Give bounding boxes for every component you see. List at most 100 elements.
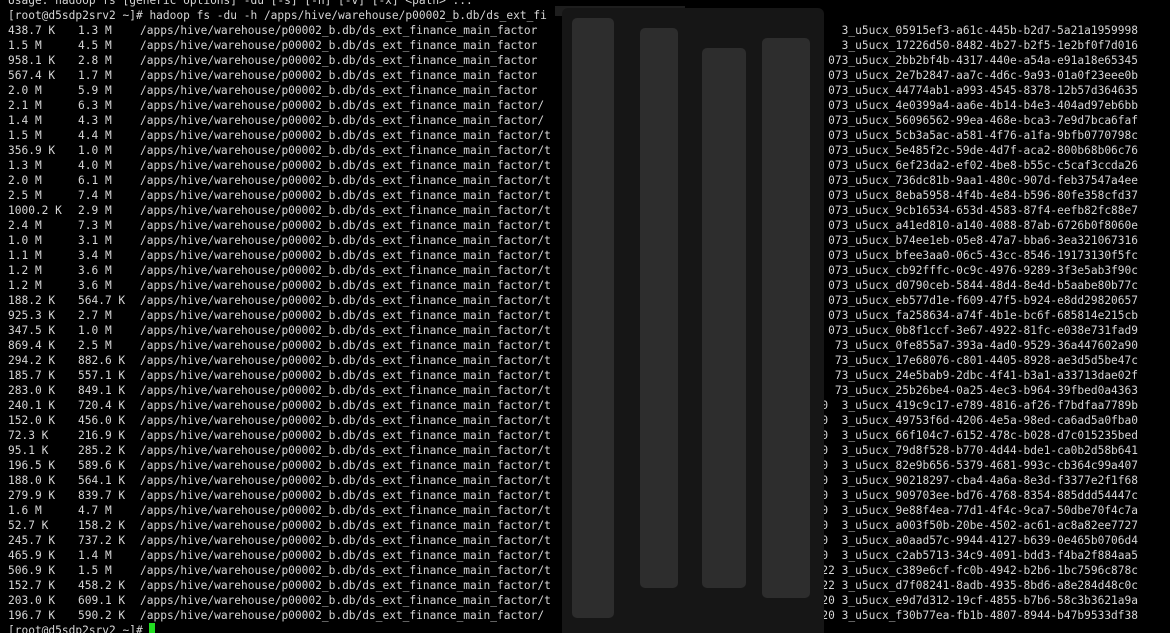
file-size: 1.3 M: [8, 159, 42, 172]
file-size: 1.5 M: [8, 129, 42, 142]
file-suffix: /20 3_u5ucx_a003f50b-20be-4502-ac61-ac8a…: [807, 519, 1138, 532]
file-suffix: /20 073_u5ucx_736dc81b-9aa1-480c-907d-fe…: [794, 174, 1138, 187]
redaction-stroke: [702, 48, 746, 588]
disk-usage: 216.9 K: [78, 429, 126, 442]
file-size: 1.2 M: [8, 264, 42, 277]
file-path: /apps/hive/warehouse/p00002_b.db/ds_ext_…: [140, 474, 551, 487]
file-suffix: /20 3_u5ucx_66f104c7-6152-478c-b028-d7c0…: [807, 429, 1138, 442]
file-size: 1.0 M: [8, 234, 42, 247]
disk-usage: 4.5 M: [78, 39, 112, 52]
disk-usage: 7.4 M: [78, 189, 112, 202]
file-size: 356.9 K: [8, 144, 56, 157]
disk-usage: 589.6 K: [78, 459, 126, 472]
disk-usage: 4.4 M: [78, 129, 112, 142]
file-suffix: /20 073_u5ucx_9cb16534-653d-4583-87f4-ee…: [794, 204, 1138, 217]
file-path: /apps/hive/warehouse/p00002_b.db/ds_ext_…: [140, 369, 551, 382]
file-path: /apps/hive/warehouse/p00002_b.db/ds_ext_…: [140, 354, 551, 367]
disk-usage: 609.1 K: [78, 594, 126, 607]
disk-usage: 2.9 M: [78, 204, 112, 217]
disk-usage: 6.3 M: [78, 99, 112, 112]
file-suffix: /20 73_u5ucx_0fe855a7-393a-4ad0-9529-36a…: [801, 339, 1138, 352]
command-text: [root@d5sdp2srv2 ~]# hadoop fs -du -h /a…: [8, 9, 547, 22]
file-size: 72.3 K: [8, 429, 49, 442]
file-suffix: 3_u5ucx_05915ef3-a61c-445b-b2d7-5a21a195…: [841, 24, 1138, 37]
file-path: /apps/hive/warehouse/p00002_b.db/ds_ext_…: [140, 99, 545, 112]
file-size: 925.3 K: [8, 309, 56, 322]
file-suffix: /20 3_u5ucx_c2ab5713-34c9-4091-bdd3-f4ba…: [807, 549, 1138, 562]
file-path: /apps/hive/warehouse/p00002_b.db/ds_ext_…: [140, 294, 551, 307]
terminal-cursor: [149, 623, 156, 633]
file-size: 283.0 K: [8, 384, 56, 397]
disk-usage: 839.7 K: [78, 489, 126, 502]
file-size: 203.0 K: [8, 594, 56, 607]
disk-usage: 158.2 K: [78, 519, 126, 532]
disk-usage: 1.0 M: [78, 144, 112, 157]
file-path: /apps/hive/warehouse/p00002_b.db/ds_ext_…: [140, 339, 551, 352]
file-path: /apps/hive/warehouse/p00002_b.db/ds_ext_…: [140, 594, 551, 607]
terminal-window[interactable]: Usage: hadoop fs [generic options] -du […: [0, 0, 1170, 633]
disk-usage: 4.7 M: [78, 504, 112, 517]
file-path: /apps/hive/warehouse/p00002_b.db/ds_ext_…: [140, 549, 551, 562]
file-size: 2.5 M: [8, 189, 42, 202]
disk-usage: 1.5 M: [78, 564, 112, 577]
file-path: /apps/hive/warehouse/p00002_b.db/ds_ext_…: [140, 39, 538, 52]
disk-usage: 285.2 K: [78, 444, 126, 457]
file-size: 1.6 M: [8, 504, 42, 517]
file-suffix: /20 073_u5ucx_a41ed810-a140-4088-87ab-67…: [794, 219, 1138, 232]
file-suffix: /20 3_u5ucx_79d8f528-b770-4d44-bde1-ca0b…: [807, 444, 1138, 457]
disk-usage: 4.3 M: [78, 114, 112, 127]
file-suffix: 3/2022 3_u5ucx_d7f08241-8adb-4935-8bd6-a…: [794, 579, 1138, 592]
file-suffix: /20 73_u5ucx_17e68076-c801-4405-8928-ae3…: [801, 354, 1138, 367]
file-size: 52.7 K: [8, 519, 49, 532]
file-suffix: /20 073_u5ucx_8eba5958-4f4b-4e84-b596-80…: [794, 189, 1138, 202]
file-path: /apps/hive/warehouse/p00002_b.db/ds_ext_…: [140, 534, 551, 547]
file-suffix: /20 073_u5ucx_cb92fffc-0c9c-4976-9289-3f…: [794, 264, 1138, 277]
file-path: /apps/hive/warehouse/p00002_b.db/ds_ext_…: [140, 159, 551, 172]
file-suffix: /20 3_u5ucx_909703ee-bd76-4768-8354-885d…: [807, 489, 1138, 502]
file-suffix: /20 3_u5ucx_90218297-cba4-4a6a-8e3d-f337…: [807, 474, 1138, 487]
disk-usage: 2.7 M: [78, 309, 112, 322]
file-size: 152.0 K: [8, 414, 56, 427]
disk-usage: 737.2 K: [78, 534, 126, 547]
file-suffix: /20 073_u5ucx_b74ee1eb-05e8-47a7-bba6-3e…: [794, 234, 1138, 247]
file-path: /apps/hive/warehouse/p00002_b.db/ds_ext_…: [140, 234, 551, 247]
disk-usage: 7.3 M: [78, 219, 112, 232]
file-size: 438.7 K: [8, 24, 56, 37]
disk-usage: 564.7 K: [78, 294, 126, 307]
disk-usage: 6.1 M: [78, 174, 112, 187]
redaction-stroke: [572, 18, 614, 618]
disk-usage: 2.5 M: [78, 339, 112, 352]
file-size: 567.4 K: [8, 69, 56, 82]
file-path: /apps/hive/warehouse/p00002_b.db/ds_ext_…: [140, 309, 551, 322]
file-path: /apps/hive/warehouse/p00002_b.db/ds_ext_…: [140, 114, 545, 127]
file-size: 347.5 K: [8, 324, 56, 337]
file-size: 152.7 K: [8, 579, 56, 592]
redaction-stroke: [762, 38, 810, 598]
file-size: 240.1 K: [8, 399, 56, 412]
file-path: /apps/hive/warehouse/p00002_b.db/ds_ext_…: [140, 264, 551, 277]
redaction-stroke: [640, 28, 678, 588]
file-suffix: /20 073_u5ucx_5e485f2c-59de-4d7f-aca2-80…: [794, 144, 1138, 157]
file-path: /apps/hive/warehouse/p00002_b.db/ds_ext_…: [140, 399, 551, 412]
file-path: /apps/hive/warehouse/p00002_b.db/ds_ext_…: [140, 129, 551, 142]
file-size: 1000.2 K: [8, 204, 62, 217]
file-path: /apps/hive/warehouse/p00002_b.db/ds_ext_…: [140, 519, 551, 532]
file-size: 188.0 K: [8, 474, 56, 487]
file-suffix: /2022 3_u5ucx_c389e6cf-fc0b-4942-b2b6-1b…: [801, 564, 1138, 577]
disk-usage: 1.7 M: [78, 69, 112, 82]
file-path: /apps/hive/warehouse/p00002_b.db/ds_ext_…: [140, 444, 551, 457]
disk-usage: 3.1 M: [78, 234, 112, 247]
file-path: /apps/hive/warehouse/p00002_b.db/ds_ext_…: [140, 504, 551, 517]
file-suffix: /20 073_u5ucx_d0790ceb-5844-48d4-8e4d-b5…: [794, 279, 1138, 292]
disk-usage: 3.6 M: [78, 279, 112, 292]
disk-usage: 720.4 K: [78, 399, 126, 412]
file-suffix: 073_u5ucx_2bb2bf4b-4317-440e-a54a-e91a18…: [828, 54, 1138, 67]
file-suffix: /20 073_u5ucx_bfee3aa0-06c5-43cc-8546-19…: [794, 249, 1138, 262]
file-suffix: 073_u5ucx_2e7b2847-aa7c-4d6c-9a93-01a0f2…: [828, 69, 1138, 82]
file-size: 185.7 K: [8, 369, 56, 382]
file-size: 1.1 M: [8, 249, 42, 262]
file-path: /apps/hive/warehouse/p00002_b.db/ds_ext_…: [140, 249, 551, 262]
file-size: 2.4 M: [8, 219, 42, 232]
file-path: /apps/hive/warehouse/p00002_b.db/ds_ext_…: [140, 609, 545, 622]
disk-usage: 1.4 M: [78, 549, 112, 562]
